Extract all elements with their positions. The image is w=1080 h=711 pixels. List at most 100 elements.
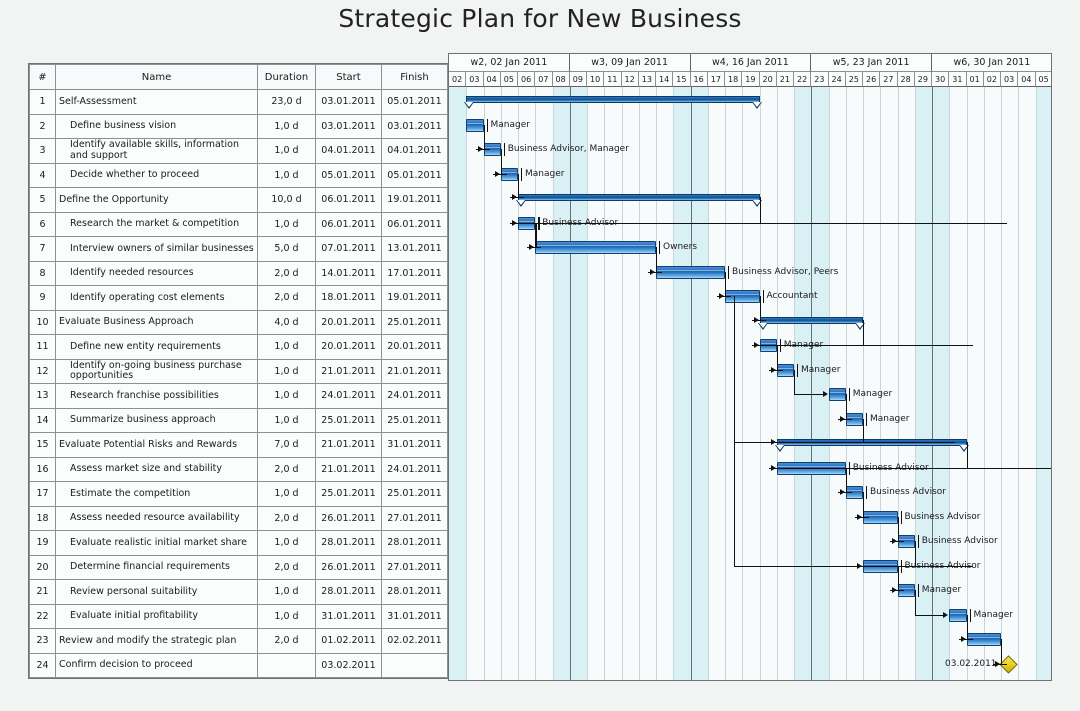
task-start-cell[interactable]: 26.01.2011 (315, 554, 382, 580)
task-name-cell[interactable]: Review personal suitability (55, 579, 258, 605)
task-name-cell[interactable]: Evaluate initial profitability (55, 603, 258, 629)
task-duration-cell[interactable]: 1,0 d (257, 579, 316, 605)
table-row[interactable]: 8 Identify needed resources 2,0 d 14.01.201… (29, 260, 448, 286)
task-name-cell[interactable]: Decide whether to proceed (55, 162, 258, 188)
task-start-cell[interactable]: 06.01.2011 (315, 187, 382, 213)
task-name-cell[interactable]: Define business vision (55, 113, 258, 139)
task-duration-cell[interactable]: 7,0 d (257, 432, 316, 458)
task-duration-cell[interactable]: 2,0 d (257, 456, 316, 482)
gantt-task-bar[interactable] (535, 241, 656, 254)
task-start-cell[interactable]: 20.01.2011 (315, 309, 382, 335)
task-name-cell[interactable]: Identify operating cost elements (55, 285, 258, 311)
task-finish-cell[interactable]: 05.01.2011 (381, 162, 448, 188)
task-name-cell[interactable]: Interview owners of similar businesses (55, 236, 258, 262)
gantt-task-bar[interactable] (466, 118, 484, 132)
table-row[interactable]: 21 Review personal suitability 1,0 d 28.01.… (29, 579, 448, 605)
task-name-cell[interactable]: Assess needed resource availability (55, 505, 258, 531)
table-row[interactable]: 7 Interview owners of similar businesses 5… (29, 236, 448, 262)
task-name-cell[interactable]: Research the market & competition (55, 211, 258, 237)
gantt-task-bar[interactable] (656, 265, 725, 279)
task-start-cell[interactable]: 03.02.2011 (315, 652, 382, 678)
task-start-cell[interactable]: 31.01.2011 (315, 603, 382, 629)
task-finish-cell[interactable]: 27.01.2011 (381, 505, 448, 531)
gantt-summary-bar[interactable] (466, 96, 760, 103)
task-name-cell[interactable]: Identify needed resources (55, 260, 258, 286)
task-finish-cell[interactable]: 24.01.2011 (381, 456, 448, 482)
task-start-cell[interactable]: 20.01.2011 (315, 334, 382, 360)
task-finish-cell[interactable]: 31.01.2011 (381, 432, 448, 458)
task-finish-cell[interactable]: 13.01.2011 (381, 236, 448, 262)
table-row[interactable]: 16 Assess market size and stability 2,0 d2… (29, 456, 448, 482)
gantt-summary-bar[interactable] (759, 316, 863, 324)
task-duration-cell[interactable]: 1,0 d (257, 481, 316, 507)
table-row[interactable]: 11 Define new entity requirements 1,0 d 20.… (29, 334, 448, 360)
task-start-cell[interactable]: 28.01.2011 (315, 530, 382, 556)
task-start-cell[interactable]: 26.01.2011 (315, 505, 382, 531)
task-start-cell[interactable]: 01.02.2011 (315, 628, 382, 654)
task-finish-cell[interactable]: 28.01.2011 (381, 530, 448, 556)
task-start-cell[interactable]: 03.01.2011 (315, 89, 382, 115)
task-start-cell[interactable]: 03.01.2011 (315, 113, 382, 139)
task-start-cell[interactable]: 05.01.2011 (315, 162, 382, 188)
task-name-cell[interactable]: Evaluate Business Approach (55, 309, 258, 335)
task-duration-cell[interactable]: 1,0 d (257, 407, 316, 433)
table-row[interactable]: 6 Research the market & competition 1,0 d0… (29, 211, 448, 237)
table-row[interactable]: 5 Define the Opportunity 10,0 d 06.01.2011 1… (29, 187, 448, 213)
task-finish-cell[interactable]: 25.01.2011 (381, 309, 448, 335)
task-duration-cell[interactable]: 1,0 d (257, 358, 316, 384)
task-finish-cell[interactable]: 05.01.2011 (381, 89, 448, 115)
table-row[interactable]: 14 Summarize business approach 1,0 d 25.01.… (29, 407, 448, 433)
table-row[interactable]: 22 Evaluate initial profitability 1,0 d 31.… (29, 603, 448, 629)
table-row[interactable]: 3 Identify available skills, information … (29, 138, 448, 164)
task-start-cell[interactable]: 25.01.2011 (315, 407, 382, 433)
task-name-cell[interactable]: Confirm decision to proceed (55, 652, 258, 678)
table-row[interactable]: 18 Assess needed resource availability 2,0… (29, 505, 448, 531)
task-name-cell[interactable]: Summarize business approach (55, 407, 258, 433)
task-start-cell[interactable]: 06.01.2011 (315, 211, 382, 237)
task-name-cell[interactable]: Evaluate Potential Risks and Rewards (55, 432, 258, 458)
table-row[interactable]: 10 Evaluate Business Approach 4,0 d 20.01.2… (29, 309, 448, 335)
task-finish-cell[interactable]: 25.01.2011 (381, 481, 448, 507)
task-finish-cell[interactable]: 28.01.2011 (381, 579, 448, 605)
task-start-cell[interactable]: 28.01.2011 (315, 579, 382, 605)
task-finish-cell[interactable]: 06.01.2011 (381, 211, 448, 237)
task-finish-cell[interactable]: 02.02.2011 (381, 628, 448, 654)
task-finish-cell[interactable]: 20.01.2011 (381, 334, 448, 360)
task-start-cell[interactable]: 18.01.2011 (315, 285, 382, 311)
task-start-cell[interactable]: 25.01.2011 (315, 481, 382, 507)
table-row[interactable]: 19 Evaluate realistic initial market shar… (29, 530, 448, 556)
task-duration-cell[interactable] (257, 652, 316, 678)
task-duration-cell[interactable]: 1,0 d (257, 530, 316, 556)
task-name-cell[interactable]: Define new entity requirements (55, 334, 258, 360)
task-name-cell[interactable]: Research franchise possibilities (55, 383, 258, 409)
gantt-summary-bar[interactable] (518, 194, 760, 201)
task-start-cell[interactable]: 04.01.2011 (315, 138, 382, 164)
task-finish-cell[interactable]: 19.01.2011 (381, 187, 448, 213)
task-duration-cell[interactable]: 10,0 d (257, 187, 316, 213)
task-finish-cell[interactable]: 24.01.2011 (381, 383, 448, 409)
task-start-cell[interactable]: 21.01.2011 (315, 358, 382, 384)
task-duration-cell[interactable]: 23,0 d (257, 89, 316, 115)
table-row[interactable]: 9 Identify operating cost elements 2,0 d 18… (29, 285, 448, 311)
task-duration-cell[interactable]: 1,0 d (257, 138, 316, 164)
task-finish-cell[interactable]: 31.01.2011 (381, 603, 448, 629)
task-start-cell[interactable]: 21.01.2011 (315, 432, 382, 458)
task-duration-cell[interactable]: 4,0 d (257, 309, 316, 335)
gantt-task-bar[interactable] (949, 608, 967, 622)
task-name-cell[interactable]: Determine financial requirements (55, 554, 258, 580)
task-name-cell[interactable]: Define the Opportunity (55, 187, 258, 213)
task-finish-cell[interactable]: 03.01.2011 (381, 113, 448, 139)
table-row[interactable]: 13 Research franchise possibilities 1,0 d2… (29, 383, 448, 409)
gantt-task-bar[interactable] (828, 388, 846, 401)
task-name-cell[interactable]: Assess market size and stability (55, 456, 258, 482)
task-name-cell[interactable]: Self-Assessment (55, 89, 258, 115)
task-name-cell[interactable]: Identify available skills, information a… (55, 138, 258, 164)
task-finish-cell[interactable]: 27.01.2011 (381, 554, 448, 580)
task-name-cell[interactable]: Evaluate realistic initial market share (55, 530, 258, 556)
task-finish-cell[interactable] (381, 652, 448, 678)
task-duration-cell[interactable]: 2,0 d (257, 260, 316, 286)
task-finish-cell[interactable]: 04.01.2011 (381, 138, 448, 164)
table-row[interactable]: 15 Evaluate Potential Risks and Rewards 7,… (29, 432, 448, 458)
task-finish-cell[interactable]: 17.01.2011 (381, 260, 448, 286)
task-name-cell[interactable]: Review and modify the strategic plan (55, 628, 258, 654)
